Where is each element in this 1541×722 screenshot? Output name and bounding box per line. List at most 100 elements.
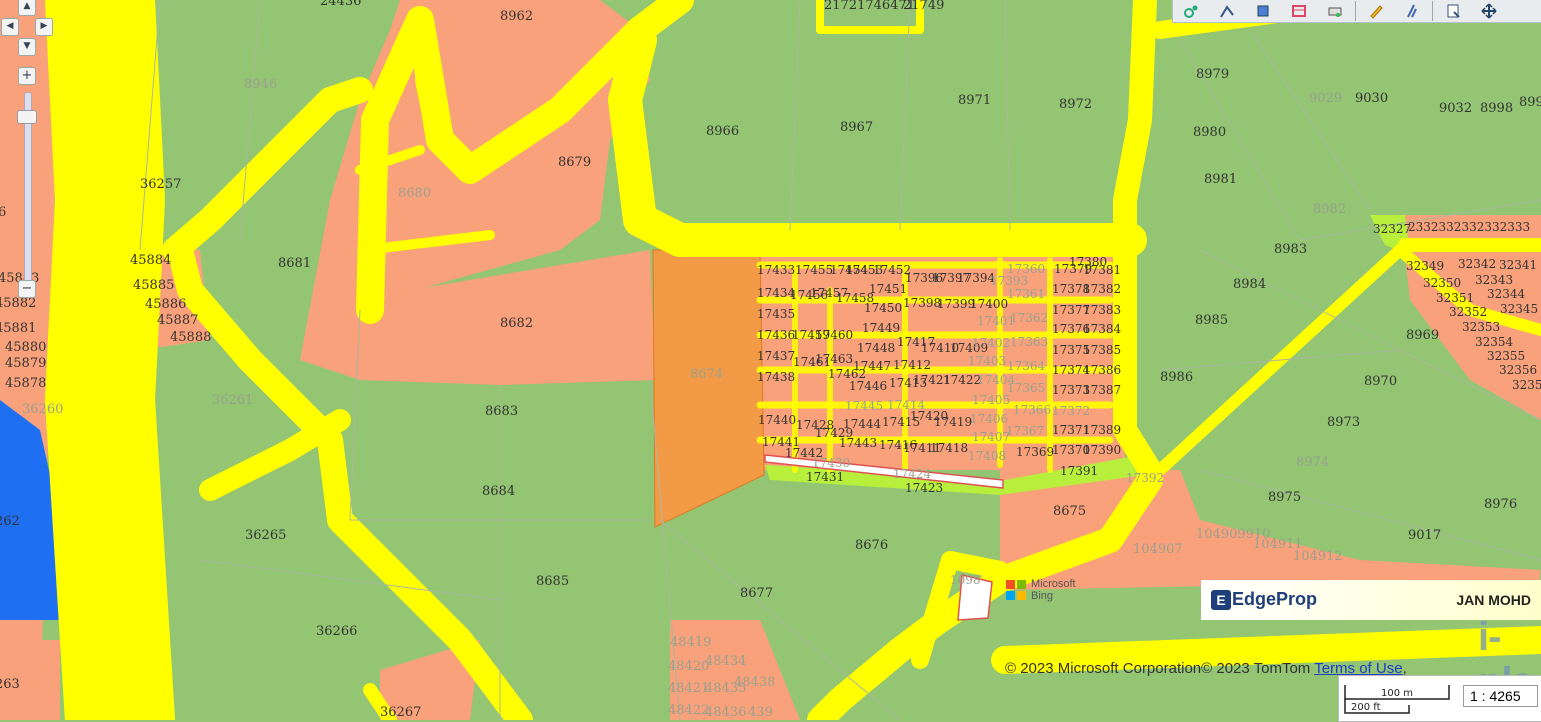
lot-label-17451: 17451 [869, 282, 907, 296]
lot-label-48436: 48436 [705, 705, 746, 720]
lot-label-45886: 45886 [145, 297, 186, 312]
lot-label-45882: 45882 [0, 296, 36, 311]
lot-label-104912: 104912 [1293, 549, 1343, 564]
lot-label-8983: 8983 [1274, 242, 1307, 257]
lot-label-32353: 32353 [1462, 320, 1500, 334]
zoom-slider-handle[interactable] [17, 110, 37, 124]
lot-label-48420: 48420 [668, 659, 709, 674]
lot-label-17363: 17363 [1010, 335, 1048, 349]
lot-label-8985: 8985 [1195, 313, 1228, 328]
lot-label-17365: 17365 [1007, 381, 1045, 395]
add-point-icon[interactable] [1180, 1, 1202, 21]
lot-label-17411: 17411 [903, 441, 941, 455]
lot-label-8683: 8683 [485, 404, 518, 419]
lot-label-32354: 32354 [1475, 335, 1514, 349]
lot-label-8681: 8681 [278, 256, 311, 271]
lot-label-17406: 17406 [970, 412, 1008, 426]
lot-label-17393: 17393 [990, 274, 1028, 288]
lot-label-32345: 32345 [1500, 302, 1538, 316]
lot-label-8998: 8998 [1480, 101, 1513, 116]
lot-label-32357: 3235 [1512, 378, 1541, 392]
lot-label-17398: 17398 [903, 296, 941, 310]
lot-label-8679: 8679 [558, 155, 591, 170]
lot-label-45881: 45881 [0, 321, 36, 336]
lot-label-17407: 17407 [972, 430, 1010, 444]
lot-label-2172: 21721746471 [824, 0, 915, 13]
lot-label-8677: 8677 [740, 586, 773, 601]
lot-label-17446: 17446 [849, 379, 887, 393]
lot-label-32343: 32343 [1475, 273, 1513, 287]
lot-label-17405: 17405 [972, 393, 1010, 407]
pencil-icon[interactable] [1365, 1, 1387, 21]
lot-label-17367: 17367 [1006, 424, 1044, 438]
pan-right-button[interactable]: ▶ [35, 18, 53, 36]
lot-label-263: 263 [0, 677, 20, 692]
lot-label-8676: 8676 [855, 538, 888, 553]
lot-label-17445: 17445 [845, 399, 883, 413]
lot-label-17455: 17455 [795, 263, 833, 277]
lot-label-17382: 17382 [1083, 282, 1121, 296]
map-toolbar [1172, 0, 1541, 23]
lot-label-32349: 32349 [1406, 259, 1444, 273]
lot-label-17364: 17364 [1007, 359, 1046, 373]
lot-label-32356: 32356 [1499, 363, 1537, 377]
lot-label-17383: 17383 [1083, 303, 1121, 317]
print-icon[interactable] [1324, 1, 1346, 21]
lot-label-17443: 17443 [839, 436, 877, 450]
lot-label-17387: 17387 [1083, 383, 1121, 397]
document-icon[interactable] [1442, 1, 1464, 21]
lot-label-8986: 8986 [1160, 370, 1193, 385]
zoom-in-button[interactable]: + [18, 67, 36, 85]
attribution-text: © 2023 Microsoft Corporation© 2023 TomTo… [1005, 660, 1315, 677]
lot-label-17448: 17448 [857, 341, 895, 355]
lot-label-36260: 36260 [22, 402, 63, 417]
draw-line-icon[interactable] [1216, 1, 1238, 21]
lot-label-48422: 48422 [668, 703, 709, 718]
layers-icon[interactable] [1288, 1, 1310, 21]
measure-icon[interactable] [1401, 1, 1423, 21]
lot-label-17389: 17389 [1083, 423, 1121, 437]
lot-label-899x: 899 [1519, 95, 1541, 110]
lot-label-36265: 36265 [245, 528, 286, 543]
lot-label-36266: 36266 [316, 624, 357, 639]
lot-label-17463: 17463 [815, 352, 853, 366]
lot-label-1098: 1098 [950, 573, 981, 587]
scale-bar: 100 m 200 ft [1344, 685, 1450, 714]
lot-label-36261: 36261 [212, 393, 253, 408]
zoom-out-button[interactable]: − [18, 280, 36, 298]
lot-label-6: 6 [0, 205, 6, 220]
lot-label-32355: 32355 [1487, 349, 1525, 363]
select-icon[interactable] [1252, 1, 1274, 21]
lot-label-8972: 8972 [1059, 97, 1092, 112]
lot-label-17384: 17384 [1083, 322, 1122, 336]
pan-icon[interactable] [1478, 1, 1500, 21]
pan-down-button[interactable]: ▼ [18, 38, 36, 56]
lot-label-48439: 439 [748, 705, 773, 720]
lot-label-17424: 17424 [893, 467, 932, 481]
lot-label-8684: 8684 [482, 484, 515, 499]
edgeprop-logo[interactable]: E EdgeProp [1211, 589, 1317, 610]
lot-label-17403: 17403 [968, 354, 1006, 368]
lot-label-17430: 17430 [812, 456, 850, 470]
owner-name: JAN MOHD [1456, 592, 1531, 608]
microsoft-logo-red-icon [1006, 580, 1015, 589]
lot-label-17412: 17412 [893, 358, 931, 372]
lot-label-8976: 8976 [1484, 497, 1517, 512]
lot-label-36257: 36257 [140, 177, 181, 192]
lot-label-17390: 17390 [1083, 443, 1121, 457]
pan-up-button[interactable]: ▲ [18, 0, 36, 16]
lot-label-17385: 17385 [1083, 343, 1121, 357]
lot-label-9017: 9017 [1408, 528, 1441, 543]
lot-label-8981: 8981 [1204, 172, 1237, 187]
lot-label-17422: 17422 [943, 373, 981, 387]
lot-label-36267: 36267 [380, 705, 421, 720]
lot-label-45880: 45880 [5, 340, 46, 355]
lot-label-8970: 8970 [1364, 374, 1397, 389]
edgeprop-banner[interactable]: E EdgeProp JAN MOHD [1201, 580, 1541, 620]
pan-left-button[interactable]: ◀ [1, 18, 19, 36]
lot-label-8967: 8967 [840, 120, 873, 135]
lot-label-8971: 8971 [958, 93, 991, 108]
lot-label-48435: 48435 [705, 681, 746, 696]
lot-label-32341: 32341 [1499, 258, 1537, 272]
scale-ratio-field[interactable]: 1 : 4265 [1463, 685, 1538, 707]
